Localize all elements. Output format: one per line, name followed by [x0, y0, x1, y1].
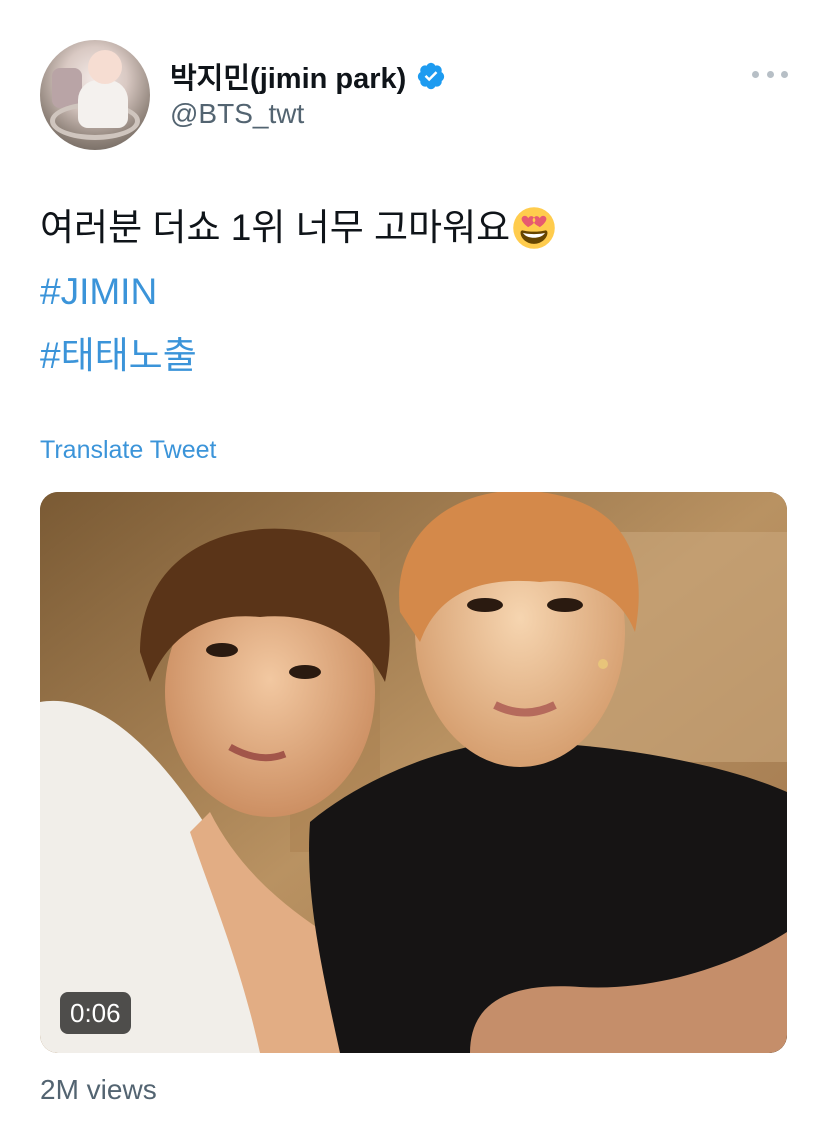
right-eye: [467, 598, 503, 612]
avatar-baby-head: [88, 50, 122, 84]
translate-tweet-link[interactable]: Translate Tweet: [40, 436, 216, 465]
right-eye: [547, 598, 583, 612]
earring: [598, 659, 608, 669]
more-options-icon[interactable]: [752, 62, 788, 86]
left-eye: [289, 665, 321, 679]
hashtag-taetae[interactable]: #태태노출: [40, 324, 556, 388]
more-dot: [766, 70, 774, 78]
tweet-body: 여러분 더쇼 1위 너무 고마워요: [40, 207, 511, 248]
author-handle[interactable]: @BTS_twt: [170, 98, 304, 130]
avatar-baby-body: [78, 80, 128, 128]
heart-eyes-emoji-icon: [513, 207, 555, 249]
video-player[interactable]: 0:06: [40, 492, 787, 1053]
author-avatar[interactable]: [40, 40, 150, 150]
video-thumbnail: [40, 492, 787, 1053]
tweet-text: 여러분 더쇼 1위 너무 고마워요 #JIMIN #태태노출: [40, 196, 556, 388]
author-name-row[interactable]: 박지민(jimin park): [170, 56, 446, 96]
left-eye: [206, 643, 238, 657]
tweet-text-line: 여러분 더쇼 1위 너무 고마워요: [40, 196, 556, 260]
verified-badge-icon: [418, 62, 445, 90]
video-duration-badge: 0:06: [60, 992, 131, 1034]
hashtag-jimin[interactable]: #JIMIN: [40, 260, 556, 324]
view-count: 2M views: [40, 1074, 157, 1105]
more-dot: [781, 70, 788, 78]
author-display-name[interactable]: 박지민(jimin park): [170, 55, 406, 97]
more-dot: [752, 70, 759, 78]
